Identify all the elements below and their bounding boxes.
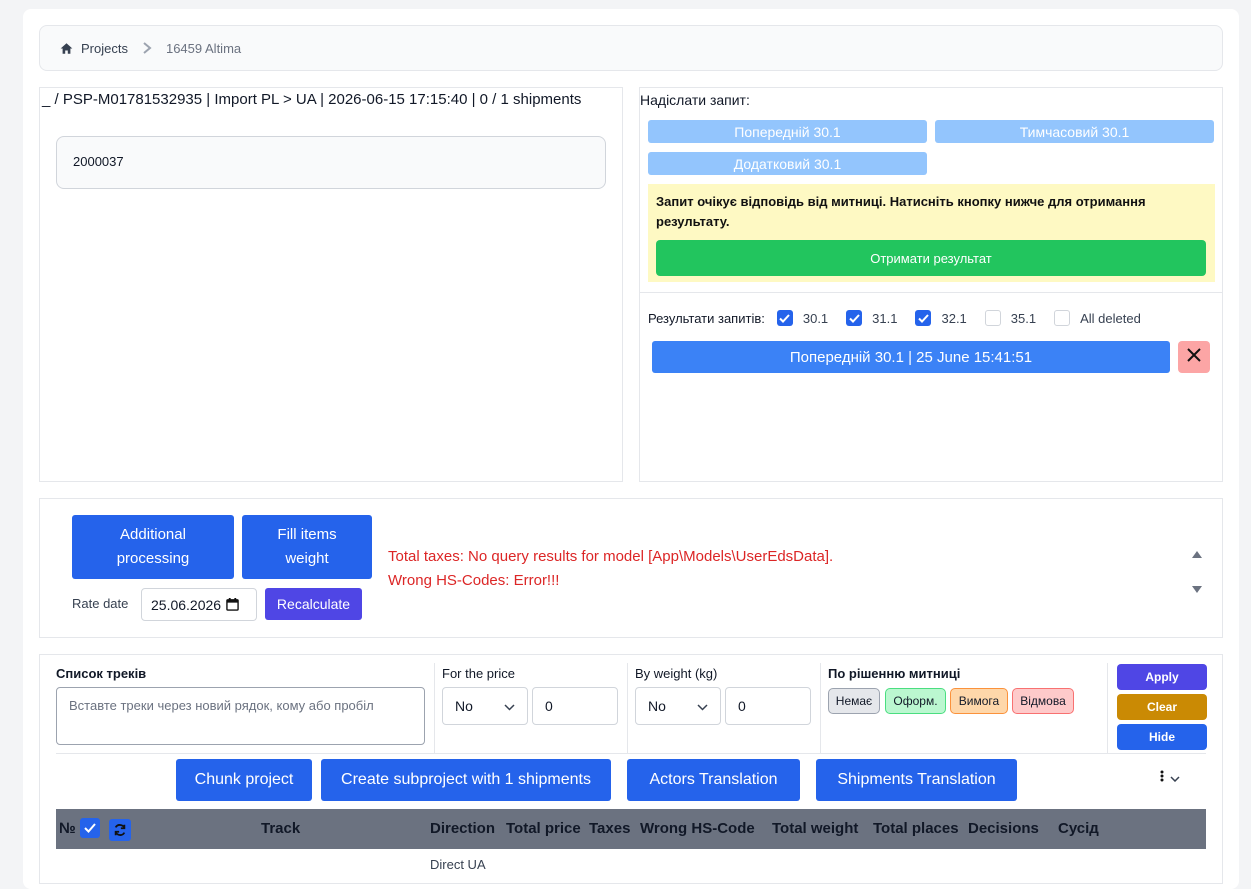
- checkbox-all-deleted[interactable]: [1054, 310, 1071, 326]
- price-label: For the price: [442, 666, 515, 681]
- col-track: Track: [261, 820, 301, 837]
- kebab-icon: [1160, 769, 1164, 787]
- checkbox-30-1[interactable]: [776, 310, 793, 326]
- divider: [640, 292, 1222, 293]
- decision-processed-badge[interactable]: Оформ.: [885, 688, 946, 714]
- checkbox-35-1[interactable]: [984, 310, 1001, 326]
- weight-label: By weight (kg): [635, 666, 718, 681]
- chunk-project-button[interactable]: Chunk project: [176, 759, 312, 801]
- checkbox-31-1[interactable]: [846, 310, 863, 326]
- rate-date-label: Rate date: [72, 596, 129, 611]
- processing-panel: Additional processing Fill items weight …: [39, 498, 1223, 638]
- rate-date-value: 25.06.2026: [151, 596, 222, 613]
- scroll-down-icon[interactable]: [1192, 580, 1202, 598]
- divider: [56, 753, 1206, 754]
- error-message: Total taxes: No query results for model …: [388, 548, 834, 565]
- col-total-price: Total price: [506, 820, 581, 837]
- decision-refusal-badge[interactable]: Відмова: [1012, 688, 1074, 714]
- divider: [434, 663, 435, 753]
- rate-date-input[interactable]: 25.06.2026: [141, 588, 257, 621]
- checkbox-label: 32.1: [941, 310, 967, 326]
- shipments-translation-button[interactable]: Shipments Translation: [816, 759, 1017, 801]
- pending-notice: Запит очікує відповідь від митниці. Нати…: [648, 184, 1215, 282]
- error-messages: Total taxes: No query results for model …: [388, 545, 833, 593]
- price-select-value: No: [455, 698, 473, 714]
- divider: [820, 663, 821, 753]
- weight-value-input[interactable]: 0: [725, 687, 811, 725]
- breadcrumb: Projects 16459 Altima: [39, 25, 1223, 71]
- checkbox-label: All deleted: [1080, 310, 1141, 326]
- chevron-down-icon: [697, 698, 708, 714]
- col-number: №: [59, 820, 76, 837]
- breadcrumb-current: 16459 Altima: [165, 40, 242, 56]
- hide-button[interactable]: Hide: [1117, 724, 1207, 750]
- recalculate-button[interactable]: Recalculate: [265, 588, 362, 620]
- col-wrong-hs-code: Wrong HS-Code: [640, 820, 755, 837]
- divider: [627, 663, 628, 753]
- apply-button[interactable]: Apply: [1117, 664, 1207, 690]
- additional-request-button[interactable]: Додатковий 30.1: [648, 152, 927, 175]
- filter-panel: Список треків Вставте треки через новий …: [39, 654, 1223, 884]
- notice-text: Запит очікує відповідь від митниці. Нати…: [656, 194, 1146, 229]
- col-decisions: Decisions: [968, 820, 1039, 837]
- request-result-entry[interactable]: Попередній 30.1 | 25 June 15:41:51: [652, 341, 1170, 373]
- clear-button[interactable]: Clear: [1117, 694, 1207, 720]
- checkbox-label: 31.1: [872, 310, 898, 326]
- col-total-weight: Total weight: [772, 820, 859, 837]
- shipments-table-header: № Track Direction Total price Taxes Wron…: [56, 809, 1206, 849]
- more-menu[interactable]: [1160, 769, 1180, 787]
- tracks-label: Список треків: [56, 666, 147, 681]
- temporary-request-button[interactable]: Тимчасовий 30.1: [935, 120, 1214, 143]
- chevron-down-icon: [504, 698, 515, 714]
- col-taxes: Taxes: [589, 820, 631, 837]
- project-header: _ / PSP-M01781532935 | Import PL > UA | …: [42, 91, 582, 108]
- delete-result-button[interactable]: [1178, 341, 1210, 373]
- checkbox-32-1[interactable]: [915, 310, 932, 326]
- get-result-button[interactable]: Отримати результат: [656, 240, 1206, 276]
- close-icon: [1187, 347, 1201, 367]
- select-all-checkbox[interactable]: [80, 818, 100, 838]
- scroll-arrows: [1192, 545, 1202, 598]
- tracks-input[interactable]: Вставте треки через новий рядок, кому аб…: [56, 687, 425, 745]
- refresh-icon[interactable]: [109, 819, 131, 841]
- checkbox-label: 35.1: [1010, 310, 1037, 326]
- calendar-icon[interactable]: [226, 598, 239, 611]
- price-select[interactable]: No: [442, 687, 528, 725]
- results-filter-row: Результати запитів: 30.1 31.1 32.1 35.1 …: [648, 310, 1147, 326]
- chevron-right-icon: [142, 42, 152, 54]
- scroll-up-icon[interactable]: [1192, 545, 1202, 563]
- col-direction: Direction: [430, 820, 496, 837]
- results-label: Результати запитів:: [648, 310, 765, 326]
- decision-label: По рішенню митниці: [828, 666, 961, 681]
- chevron-down-icon: [1170, 769, 1180, 787]
- code-field[interactable]: 2000037: [56, 136, 606, 189]
- preliminary-request-button[interactable]: Попередній 30.1: [648, 120, 927, 143]
- decision-none-badge[interactable]: Немає: [828, 688, 880, 714]
- weight-select[interactable]: No: [635, 687, 721, 725]
- create-subproject-button[interactable]: Create subproject with 1 shipments: [321, 759, 611, 801]
- col-neighbor: Сусід: [1058, 820, 1099, 837]
- send-request-title: Надіслати запит:: [640, 92, 750, 108]
- project-info-panel: _ / PSP-M01781532935 | Import PL > UA | …: [39, 87, 623, 482]
- error-message: Wrong HS-Codes: Error!!!: [388, 572, 560, 589]
- customs-request-panel: Надіслати запит: Попередній 30.1 Тимчасо…: [639, 87, 1223, 482]
- decision-requirement-badge[interactable]: Вимога: [950, 688, 1008, 714]
- col-total-places: Total places: [873, 820, 959, 837]
- checkbox-label: 30.1: [802, 310, 829, 326]
- actors-translation-button[interactable]: Actors Translation: [627, 759, 800, 801]
- fill-items-weight-button[interactable]: Fill items weight: [242, 515, 372, 579]
- breadcrumb-projects[interactable]: Projects: [81, 41, 128, 56]
- weight-select-value: No: [648, 698, 666, 714]
- price-value-input[interactable]: 0: [532, 687, 618, 725]
- additional-processing-button[interactable]: Additional processing: [72, 515, 234, 579]
- home-icon[interactable]: [60, 42, 73, 55]
- divider: [1107, 663, 1108, 753]
